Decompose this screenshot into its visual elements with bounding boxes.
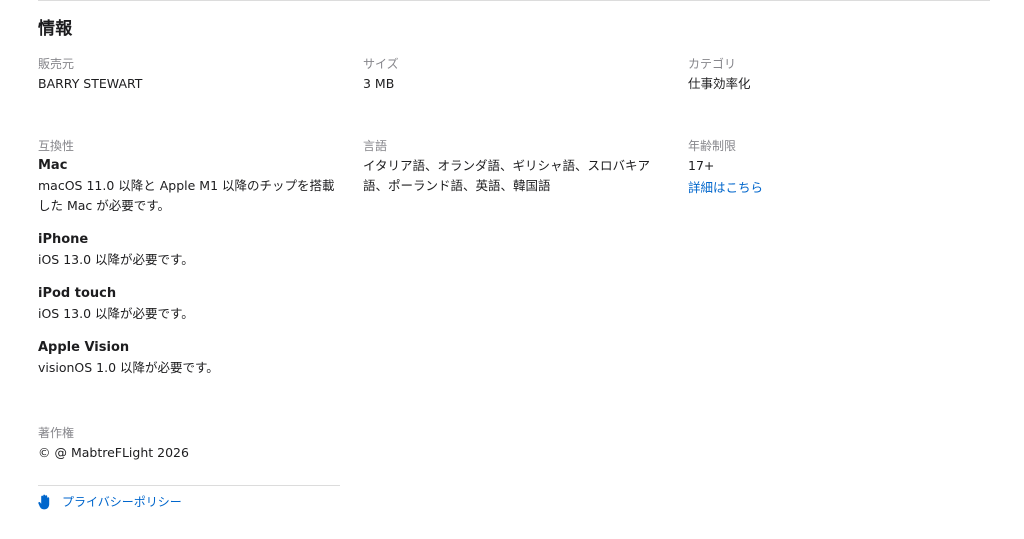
bottom-divider bbox=[38, 485, 340, 486]
hand-icon bbox=[38, 494, 52, 510]
seller-field: 販売元 BARRY STEWART bbox=[38, 54, 338, 94]
compatibility-label: 互換性 bbox=[38, 139, 75, 153]
compatibility-field: 互換性 Mac macOS 11.0 以降と Apple M1 以降のチップを搭… bbox=[38, 136, 338, 378]
top-divider bbox=[38, 0, 990, 1]
size-label: サイズ bbox=[363, 57, 399, 71]
age-rating-value: 17+ bbox=[688, 158, 715, 173]
languages-value: イタリア語、オランダ語、ギリシャ語、スロバキア語、ポーランド語、英語、韓国語 bbox=[363, 158, 651, 193]
privacy-policy-link[interactable]: プライバシーポリシー bbox=[38, 493, 182, 510]
copyright-label: 著作権 bbox=[38, 426, 75, 440]
device-requirement: visionOS 1.0 以降が必要です。 bbox=[38, 360, 219, 375]
category-label: カテゴリ bbox=[688, 57, 737, 71]
device-requirement: macOS 11.0 以降と Apple M1 以降のチップを搭載した Mac … bbox=[38, 178, 335, 213]
device-name: Mac bbox=[38, 158, 68, 173]
device-ipod-touch: iPod touch iOS 13.0 以降が必要です。 bbox=[38, 284, 338, 324]
category-field: カテゴリ 仕事効率化 bbox=[688, 54, 988, 94]
seller-value: BARRY STEWART bbox=[38, 76, 143, 91]
app-information-page: 情報 販売元 BARRY STEWART サイズ 3 MB カテゴリ 仕事効率化… bbox=[0, 0, 1024, 539]
device-requirement: iOS 13.0 以降が必要です。 bbox=[38, 252, 194, 267]
size-field: サイズ 3 MB bbox=[363, 54, 663, 94]
device-requirement: iOS 13.0 以降が必要です。 bbox=[38, 306, 194, 321]
copyright-value: © @ MabtreFLight 2026 bbox=[38, 445, 189, 460]
device-mac: Mac macOS 11.0 以降と Apple M1 以降のチップを搭載した … bbox=[38, 156, 338, 216]
age-rating-field: 年齢制限 17+ 詳細はこちら bbox=[688, 136, 988, 198]
section-title: 情報 bbox=[38, 19, 73, 39]
device-iphone: iPhone iOS 13.0 以降が必要です。 bbox=[38, 230, 338, 270]
copyright-field: 著作権 © @ MabtreFLight 2026 bbox=[38, 423, 338, 463]
size-value: 3 MB bbox=[363, 76, 395, 91]
device-name: iPhone bbox=[38, 232, 89, 247]
device-name: Apple Vision bbox=[38, 340, 130, 355]
age-rating-label: 年齢制限 bbox=[688, 139, 737, 153]
languages-field: 言語 イタリア語、オランダ語、ギリシャ語、スロバキア語、ポーランド語、英語、韓国… bbox=[363, 136, 663, 196]
device-apple-vision: Apple Vision visionOS 1.0 以降が必要です。 bbox=[38, 338, 338, 378]
seller-label: 販売元 bbox=[38, 57, 75, 71]
languages-label: 言語 bbox=[363, 139, 388, 153]
category-value: 仕事効率化 bbox=[688, 76, 751, 91]
device-name: iPod touch bbox=[38, 286, 117, 301]
privacy-policy-label: プライバシーポリシー bbox=[62, 495, 182, 509]
age-rating-details-link[interactable]: 詳細はこちら bbox=[688, 178, 988, 198]
